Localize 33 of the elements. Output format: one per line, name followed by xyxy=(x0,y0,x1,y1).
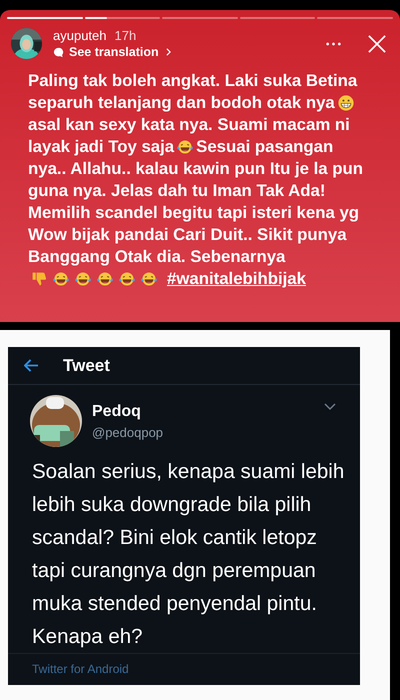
caption-text: separuh telanjang dan bodoh otak nya xyxy=(28,93,335,113)
username[interactable]: ayuputeh xyxy=(53,28,106,43)
caption-text: Paling tak boleh angkat. Laki suka Betina xyxy=(28,71,358,91)
hashtag-link[interactable]: #wanitalebihbijak xyxy=(167,269,306,289)
caption-text: Memilih scandel begitu tapi isteri kena yg xyxy=(28,203,360,223)
caption-text: guna nya. Jelas dah tu Iman Tak Ada! xyxy=(28,181,326,201)
caption-text: asal kan sexy kata nya. Suami macam ni xyxy=(28,115,350,135)
laughing-tears-icon xyxy=(53,271,69,287)
grinning-face-icon xyxy=(338,95,354,111)
chevron-down-icon[interactable] xyxy=(324,403,336,411)
close-icon[interactable] xyxy=(368,34,386,52)
back-arrow-icon[interactable] xyxy=(24,359,39,372)
caption-text: Sesuai pasangan xyxy=(196,137,334,157)
laughing-tears-icon xyxy=(75,271,91,287)
speech-bubble-icon xyxy=(53,46,64,58)
caption-text: layak jadi Toy saja xyxy=(28,137,174,157)
caption-text: nya.. Allahu.. kalau kawin pun Itu je la pun xyxy=(28,159,364,179)
laughing-tears-icon xyxy=(97,271,113,287)
tweet-text: Soalan serius, kenapa suami lebih lebih suka downgrade bila pilih scandal? Bini elok cantik letopz tapi curangnya dgn perempuan muka stended penyendal pintu. Kenapa eh? xyxy=(32,459,346,650)
see-translation-link[interactable]: See translation xyxy=(69,45,159,59)
chevron-right-icon xyxy=(166,48,171,56)
tweet-source[interactable]: Twitter for Android xyxy=(32,662,129,676)
laughing-tears-icon xyxy=(119,271,135,287)
tweet-title: Tweet xyxy=(63,356,110,376)
thumbs-down-icon xyxy=(31,271,47,287)
more-options-icon[interactable] xyxy=(326,42,341,46)
caption-text: Banggang Otak dia. Sebenarnya xyxy=(28,247,286,267)
caption-text: Wow bijak pandai Cari Duit.. Sikit punya xyxy=(28,225,347,245)
author-name[interactable]: Pedoq xyxy=(92,402,324,420)
post-time: 17h xyxy=(114,28,136,43)
laughing-tears-icon xyxy=(177,139,194,155)
author-handle[interactable]: @pedoqpop xyxy=(92,424,324,440)
laughing-tears-icon xyxy=(141,271,157,287)
